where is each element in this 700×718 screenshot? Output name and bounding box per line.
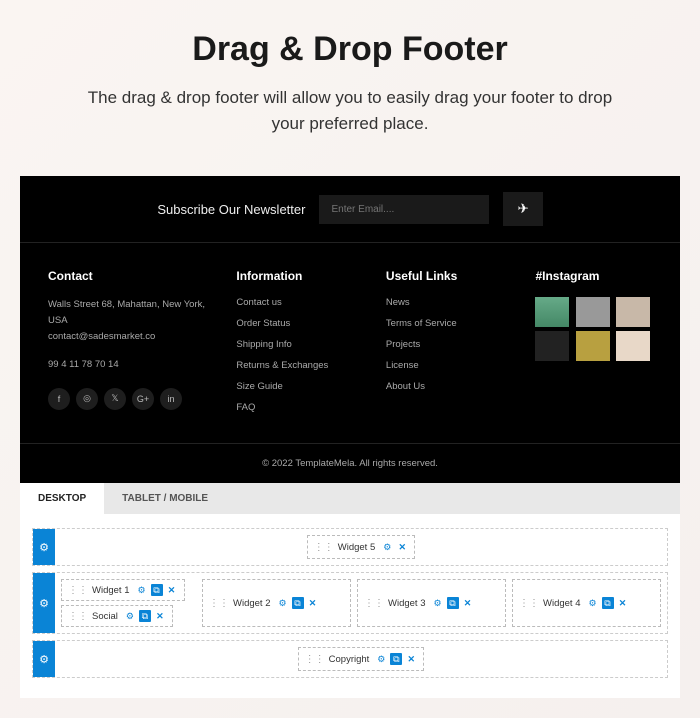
footer-col-useful: Useful Links News Terms of Service Proje…: [386, 269, 516, 423]
drag-icon[interactable]: ⋮⋮: [364, 598, 384, 609]
newsletter-submit[interactable]: ✈: [503, 192, 542, 226]
gear-icon[interactable]: ⚙: [375, 653, 387, 665]
contact-phone: 99 4 11 78 70 14: [48, 357, 216, 373]
builder-row: ⚙ ⋮⋮ Copyright ⚙⧉✕: [32, 640, 668, 678]
instagram-thumb[interactable]: [576, 331, 610, 361]
copyright-text: © 2022 TemplateMela. All rights reserved…: [20, 443, 680, 483]
widget-label: Widget 1: [92, 585, 130, 596]
widget-4[interactable]: ⋮⋮ Widget 4 ⚙⧉✕: [512, 579, 661, 627]
google-plus-icon[interactable]: G+: [132, 388, 154, 410]
widget-1[interactable]: ⋮⋮ Widget 1 ⚙⧉✕: [61, 579, 185, 601]
drag-icon[interactable]: ⋮⋮: [305, 654, 325, 665]
contact-email: contact@sadesmarket.co: [48, 329, 216, 345]
newsletter-label: Subscribe Our Newsletter: [157, 202, 305, 217]
footer-preview: Subscribe Our Newsletter ✈ Contact Walls…: [20, 176, 680, 483]
linkedin-icon[interactable]: in: [160, 388, 182, 410]
widget-copyright[interactable]: ⋮⋮ Copyright ⚙⧉✕: [298, 647, 425, 671]
link-terms[interactable]: Terms of Service: [386, 318, 516, 329]
footer-col-information: Information Contact us Order Status Ship…: [236, 269, 366, 423]
builder-row: ⚙ ⋮⋮ Widget 1 ⚙⧉✕ ⋮⋮ Social ⚙⧉✕ ⋮⋮: [32, 572, 668, 634]
gear-icon[interactable]: ⚙: [432, 597, 444, 609]
widget-social[interactable]: ⋮⋮ Social ⚙⧉✕: [61, 605, 173, 627]
link-license[interactable]: License: [386, 360, 516, 371]
widget-label: Widget 4: [543, 598, 581, 609]
link-contact-us[interactable]: Contact us: [236, 297, 366, 308]
gear-icon[interactable]: ⚙: [587, 597, 599, 609]
newsletter-bar: Subscribe Our Newsletter ✈: [20, 176, 680, 243]
gear-icon: ⚙: [39, 597, 49, 610]
gear-icon[interactable]: ⚙: [381, 541, 393, 553]
duplicate-icon[interactable]: ⧉: [139, 610, 151, 622]
row-settings[interactable]: ⚙: [33, 573, 55, 633]
drag-icon[interactable]: ⋮⋮: [68, 585, 88, 596]
delete-icon[interactable]: ✕: [462, 597, 474, 609]
contact-address: Walls Street 68, Mahattan, New York, USA: [48, 297, 216, 329]
widget-3[interactable]: ⋮⋮ Widget 3 ⚙⧉✕: [357, 579, 506, 627]
widget-2[interactable]: ⋮⋮ Widget 2 ⚙⧉✕: [202, 579, 351, 627]
device-tabs: DESKTOP TABLET / MOBILE: [20, 483, 680, 514]
drag-icon[interactable]: ⋮⋮: [209, 598, 229, 609]
delete-icon[interactable]: ✕: [396, 541, 408, 553]
gear-icon: ⚙: [39, 653, 49, 666]
link-projects[interactable]: Projects: [386, 339, 516, 350]
widget-5[interactable]: ⋮⋮ Widget 5 ⚙ ✕: [307, 535, 416, 559]
duplicate-icon[interactable]: ⧉: [602, 597, 614, 609]
delete-icon[interactable]: ✕: [166, 584, 178, 596]
link-shipping[interactable]: Shipping Info: [236, 339, 366, 350]
information-title: Information: [236, 269, 366, 283]
delete-icon[interactable]: ✕: [307, 597, 319, 609]
duplicate-icon[interactable]: ⧉: [292, 597, 304, 609]
delete-icon[interactable]: ✕: [405, 653, 417, 665]
instagram-thumb[interactable]: [535, 331, 569, 361]
link-order-status[interactable]: Order Status: [236, 318, 366, 329]
twitter-icon[interactable]: 𝕏: [104, 388, 126, 410]
instagram-thumb[interactable]: [616, 331, 650, 361]
duplicate-icon[interactable]: ⧉: [390, 653, 402, 665]
useful-title: Useful Links: [386, 269, 516, 283]
gear-icon[interactable]: ⚙: [277, 597, 289, 609]
instagram-thumb[interactable]: [616, 297, 650, 327]
contact-title: Contact: [48, 269, 216, 283]
newsletter-input[interactable]: [319, 195, 489, 224]
footer-col-instagram: #Instagram: [535, 269, 652, 423]
page-title: Drag & Drop Footer: [20, 30, 680, 69]
instagram-title: #Instagram: [535, 269, 652, 283]
gear-icon: ⚙: [39, 541, 49, 554]
tab-desktop[interactable]: DESKTOP: [20, 483, 104, 514]
row-settings[interactable]: ⚙: [33, 529, 55, 565]
link-news[interactable]: News: [386, 297, 516, 308]
widget-label: Widget 2: [233, 598, 271, 609]
page-subtitle: The drag & drop footer will allow you to…: [80, 85, 620, 136]
builder-row: ⚙ ⋮⋮ Widget 5 ⚙ ✕: [32, 528, 668, 566]
duplicate-icon[interactable]: ⧉: [151, 584, 163, 596]
widget-label: Widget 5: [338, 542, 376, 553]
duplicate-icon[interactable]: ⧉: [447, 597, 459, 609]
widget-label: Widget 3: [388, 598, 426, 609]
footer-col-contact: Contact Walls Street 68, Mahattan, New Y…: [48, 269, 216, 423]
drag-icon[interactable]: ⋮⋮: [68, 611, 88, 622]
link-about[interactable]: About Us: [386, 381, 516, 392]
instagram-icon[interactable]: ◎: [76, 388, 98, 410]
instagram-thumb[interactable]: [576, 297, 610, 327]
delete-icon[interactable]: ✕: [617, 597, 629, 609]
facebook-icon[interactable]: f: [48, 388, 70, 410]
instagram-thumb[interactable]: [535, 297, 569, 327]
footer-builder: DESKTOP TABLET / MOBILE ⚙ ⋮⋮ Widget 5 ⚙ …: [20, 483, 680, 698]
widget-label: Copyright: [329, 654, 370, 665]
row-settings[interactable]: ⚙: [33, 641, 55, 677]
gear-icon[interactable]: ⚙: [124, 610, 136, 622]
link-returns[interactable]: Returns & Exchanges: [236, 360, 366, 371]
send-icon: ✈: [517, 201, 528, 216]
link-faq[interactable]: FAQ: [236, 402, 366, 413]
gear-icon[interactable]: ⚙: [136, 584, 148, 596]
delete-icon[interactable]: ✕: [154, 610, 166, 622]
tab-mobile[interactable]: TABLET / MOBILE: [104, 483, 226, 514]
drag-icon[interactable]: ⋮⋮: [314, 542, 334, 553]
drag-icon[interactable]: ⋮⋮: [519, 598, 539, 609]
widget-label: Social: [92, 611, 118, 622]
link-size-guide[interactable]: Size Guide: [236, 381, 366, 392]
